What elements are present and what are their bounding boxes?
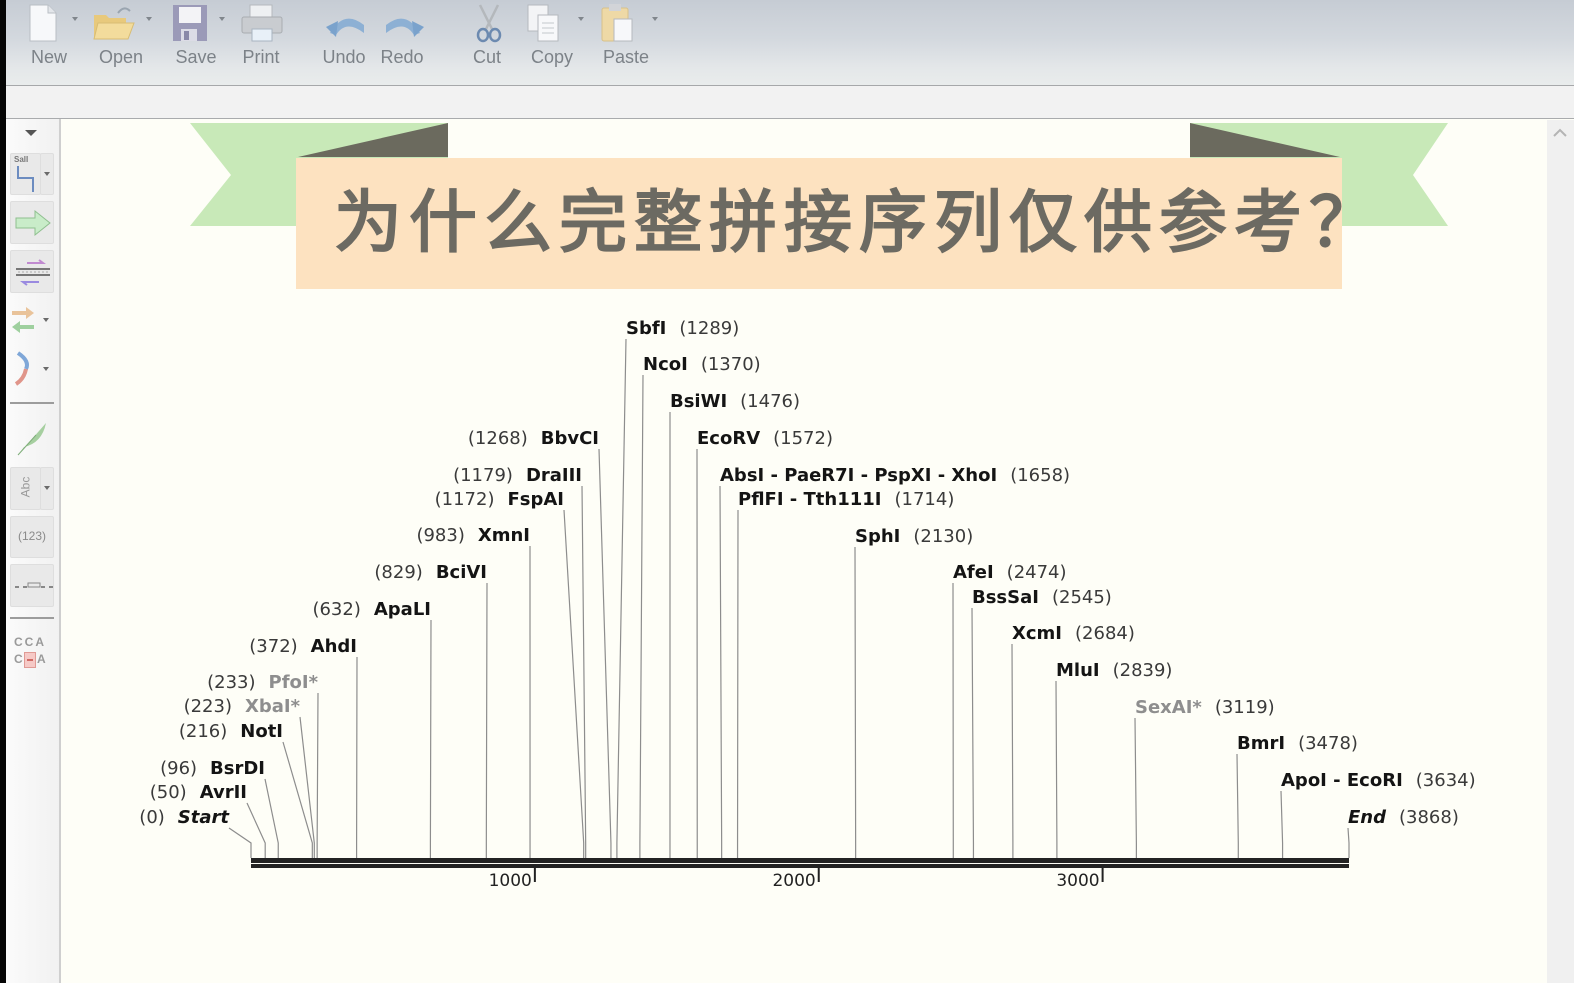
site-label-mlui[interactable]: MluI (2839) — [1056, 660, 1172, 681]
enzyme-name: FspAI — [507, 489, 564, 510]
enzyme-name: PflFI - Tth111I — [738, 489, 882, 510]
site-label-apoi-ecori[interactable]: ApoI - EcoRI (3634) — [1281, 770, 1476, 791]
site-position: (1476) — [740, 391, 800, 412]
site-position: (3634) — [1416, 770, 1476, 791]
site-label-afei[interactable]: AfeI (2474) — [953, 562, 1067, 583]
site-position: (0) — [139, 807, 165, 828]
site-position: (1714) — [895, 489, 955, 510]
site-label-bsrdi[interactable]: (96) BsrDI — [160, 758, 265, 779]
site-position: (216) — [179, 721, 227, 742]
enzyme-name: BsiWI — [670, 391, 727, 412]
enzyme-name: XmnI — [478, 525, 530, 546]
orf-arrows-icon — [12, 307, 34, 333]
enzyme-name: XbaI* — [245, 696, 301, 717]
alignment-top-text: CCA — [14, 635, 46, 649]
site-label-absi-paer7i-pspxi-xhoi[interactable]: AbsI - PaeR7I - PspXI - XhoI (1658) — [720, 465, 1070, 486]
enzyme-name: XcmI — [1012, 623, 1062, 644]
vertical-scrollbar[interactable] — [1547, 120, 1574, 983]
arc-icon — [14, 351, 29, 386]
site-position: (1658) — [1010, 465, 1070, 486]
enzyme-name: NcoI — [643, 354, 688, 375]
site-position: (96) — [160, 758, 197, 779]
ruler-tool[interactable] — [10, 564, 54, 607]
site-label-bmri[interactable]: BmrI (3478) — [1237, 733, 1358, 754]
numbers-icon: (123) — [17, 529, 46, 543]
enzyme-name: PfoI* — [269, 672, 319, 693]
site-position: (829) — [374, 562, 422, 583]
alignment-bottom-left-text: C — [14, 652, 23, 666]
site-label-start[interactable]: (0) Start — [139, 807, 230, 828]
enzyme-name: SexAI* — [1135, 697, 1202, 718]
enzyme-name: AfeI — [953, 562, 994, 583]
site-position: (1370) — [701, 354, 761, 375]
enzyme-name: Start — [178, 807, 231, 828]
abc-text-icon: Abc — [18, 476, 33, 498]
enzyme-name: NotI — [240, 721, 283, 742]
site-position: (2130) — [913, 526, 973, 547]
enzyme-name: BbvCI — [541, 428, 599, 449]
site-position: (3868) — [1399, 807, 1459, 828]
enzyme-name: SphI — [855, 526, 900, 547]
banner-title: 为什么完整拼接序列仅供参考？ — [296, 158, 1342, 289]
enzyme-name: BssSaI — [972, 587, 1039, 608]
site-position: (2545) — [1052, 587, 1112, 608]
site-position: (233) — [207, 672, 255, 693]
site-position: (1268) — [468, 428, 528, 449]
site-position: (372) — [249, 636, 297, 657]
site-position: (632) — [312, 599, 360, 620]
enzyme-name: AvrII — [200, 782, 247, 803]
mismatch-icon — [24, 652, 36, 668]
alignment-tool[interactable]: CCA C A — [12, 635, 54, 671]
site-position: (50) — [150, 782, 187, 803]
enzyme-name: EcoRV — [697, 428, 760, 449]
enzyme-name: BciVI — [436, 562, 487, 583]
site-label-ncoi[interactable]: NcoI (1370) — [643, 354, 761, 375]
text-tool-dropdown[interactable] — [40, 467, 54, 510]
enzyme-name: ApoI - EcoRI — [1281, 770, 1403, 791]
numbers-tool[interactable]: (123) — [10, 516, 54, 558]
site-label-sphi[interactable]: SphI (2130) — [855, 526, 973, 547]
translations-tool[interactable] — [10, 351, 54, 389]
feather-icon — [17, 423, 46, 456]
site-label-pflfi-tth111i[interactable]: PflFI - Tth111I (1714) — [738, 489, 954, 510]
site-position: (223) — [184, 696, 232, 717]
site-position: (1179) — [453, 465, 513, 486]
ruler-icon — [15, 582, 53, 588]
site-position: (2474) — [1007, 562, 1067, 583]
sidebar-separator — [10, 617, 54, 619]
site-position: (1572) — [773, 428, 833, 449]
alignment-bottom-right-text: A — [37, 652, 46, 666]
enzyme-name: ApaLI — [374, 599, 431, 620]
site-position: (2839) — [1113, 660, 1173, 681]
enzyme-name: BsrDI — [210, 758, 265, 779]
site-position: (3119) — [1215, 697, 1275, 718]
scroll-up-icon[interactable] — [1552, 128, 1568, 138]
enzyme-name: AhdI — [311, 636, 357, 657]
site-position: (983) — [416, 525, 464, 546]
site-label-end[interactable]: End (3868) — [1348, 807, 1459, 828]
enzyme-name: DraIII — [526, 465, 582, 486]
enzyme-name: BmrI — [1237, 733, 1285, 754]
site-label-sbfi[interactable]: SbfI (1289) — [626, 318, 739, 339]
enzyme-name: End — [1348, 807, 1387, 828]
text-tool[interactable]: Abc — [10, 467, 41, 510]
notes-tool[interactable] — [10, 419, 54, 459]
site-position: (3478) — [1298, 733, 1358, 754]
site-position: (1172) — [435, 489, 495, 510]
site-position: (2684) — [1075, 623, 1135, 644]
enzyme-name: AbsI - PaeR7I - PspXI - XhoI — [720, 465, 997, 486]
enzyme-name: MluI — [1056, 660, 1100, 681]
orfs-tool[interactable] — [10, 301, 54, 341]
site-position: (1289) — [679, 318, 739, 339]
sidebar-separator — [10, 402, 54, 404]
enzyme-name: SbfI — [626, 318, 666, 339]
